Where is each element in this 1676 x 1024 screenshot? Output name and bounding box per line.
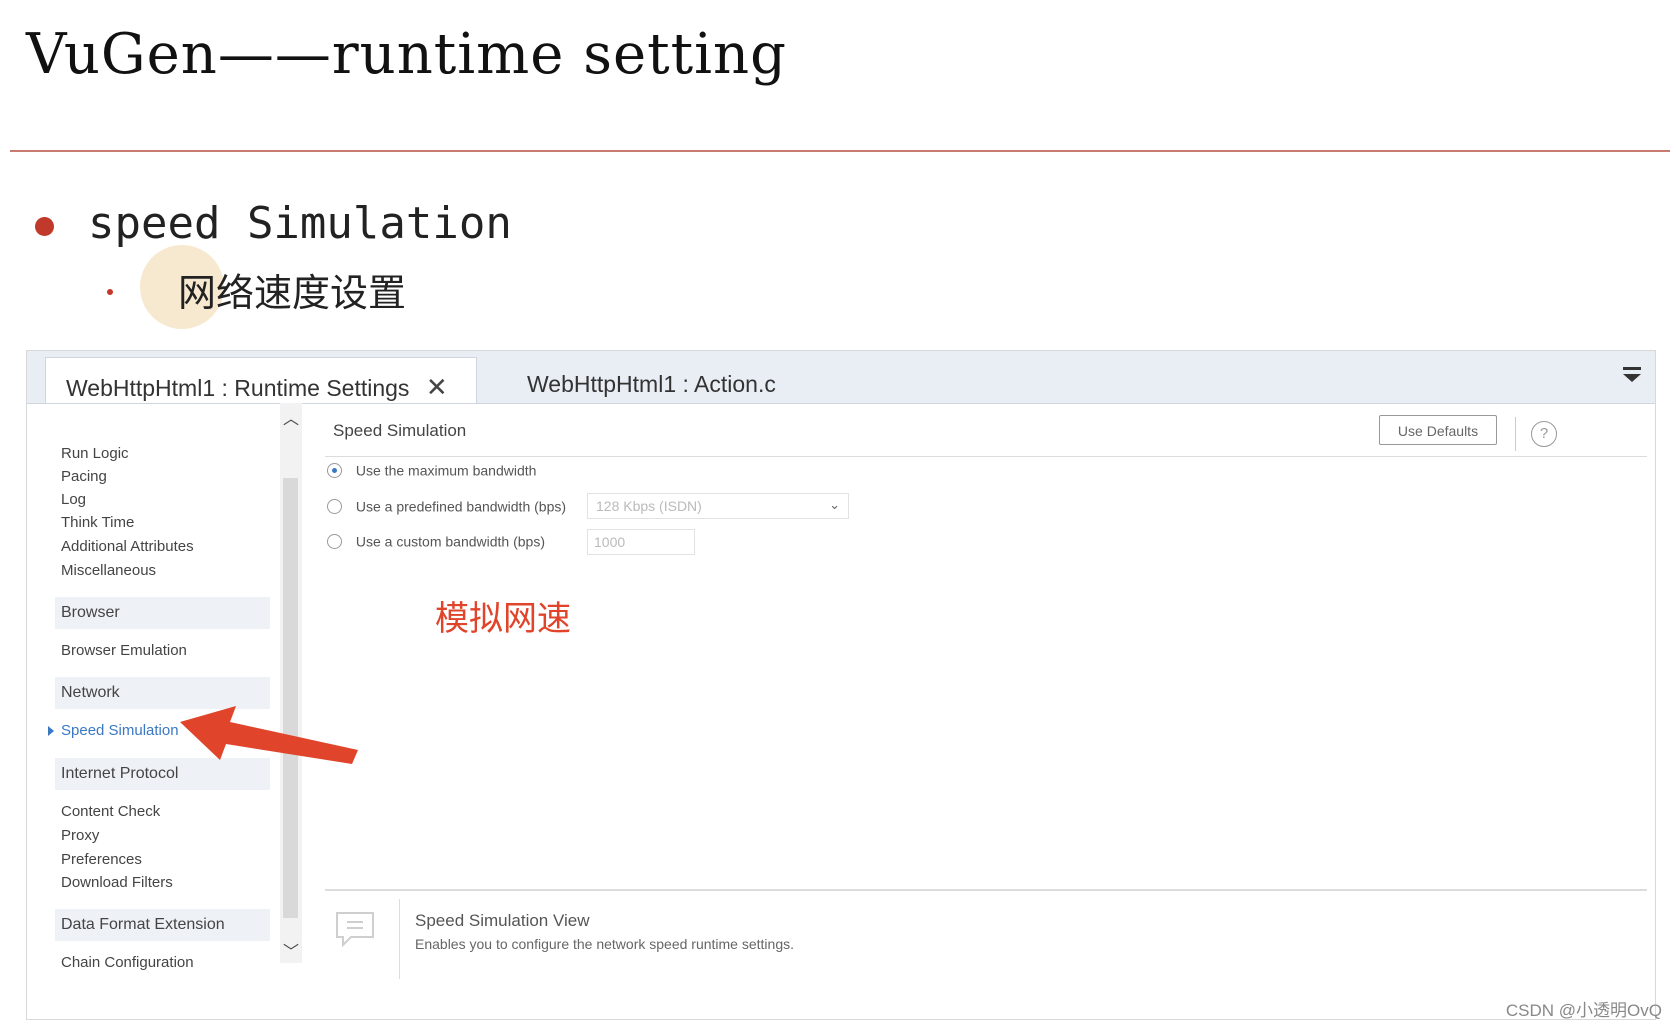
option-custom-bandwidth-label: Use a custom bandwidth (bps)	[355, 533, 545, 550]
nav-item-think-time[interactable]: Think Time	[61, 514, 134, 531]
nav-group-data-format-extension: Data Format Extension	[55, 909, 270, 941]
radio-predefined-bandwidth[interactable]	[327, 498, 342, 514]
overflow-menu-icon[interactable]	[1623, 367, 1641, 387]
predefined-bandwidth-select[interactable]: 128 Kbps (ISDN) ⌄	[587, 493, 849, 519]
toolbar-divider	[1515, 417, 1516, 451]
nav-group-browser: Browser	[55, 597, 270, 629]
tab-bar: WebHttpHtml1 : Runtime Settings ✕ WebHtt…	[27, 351, 1655, 404]
nav-item-chain-configuration[interactable]: Chain Configuration	[61, 954, 194, 971]
option-custom-bandwidth[interactable]: Use a custom bandwidth (bps)	[327, 532, 545, 549]
nav-item-browser-emulation[interactable]: Browser Emulation	[61, 642, 187, 659]
chevron-down-icon[interactable]: ﹀	[283, 938, 299, 962]
sub-bullet-text: 网络速度设置	[178, 271, 407, 315]
option-max-bandwidth[interactable]: Use the maximum bandwidth	[327, 461, 536, 478]
footer-title: Speed Simulation View	[415, 911, 590, 930]
vugen-window: WebHttpHtml1 : Runtime Settings ✕ WebHtt…	[26, 350, 1656, 1020]
watermark: CSDN @小透明OvQ	[1505, 1001, 1662, 1020]
help-icon[interactable]: ?	[1531, 421, 1557, 447]
footer-description: Enables you to configure the network spe…	[415, 936, 794, 952]
nav-item-pacing[interactable]: Pacing	[61, 468, 107, 485]
bullet-text: speed Simulation	[88, 198, 512, 249]
selected-indicator-icon	[48, 726, 54, 736]
close-icon[interactable]: ✕	[426, 372, 448, 402]
footer-divider	[325, 889, 1647, 891]
radio-custom-bandwidth[interactable]	[327, 533, 342, 549]
tab-runtime-settings[interactable]: WebHttpHtml1 : Runtime Settings ✕	[45, 357, 477, 403]
nav-item-miscellaneous[interactable]: Miscellaneous	[61, 562, 156, 579]
use-defaults-button[interactable]: Use Defaults	[1379, 415, 1497, 445]
option-predefined-bandwidth-label: Use a predefined bandwidth (bps)	[355, 498, 567, 515]
bullet-dot	[35, 217, 54, 236]
radio-max-bandwidth[interactable]	[327, 462, 342, 478]
chevron-down-icon: ⌄	[829, 497, 840, 512]
nav-item-additional-attributes[interactable]: Additional Attributes	[61, 538, 194, 555]
tab-action-c-label: WebHttpHtml1 : Action.c	[527, 371, 776, 397]
nav-item-run-logic[interactable]: Run Logic	[61, 445, 129, 462]
custom-bandwidth-input[interactable]: 1000	[587, 529, 695, 555]
slide-title: VuGen——runtime setting	[26, 22, 787, 87]
sub-bullet-dot	[107, 289, 113, 295]
option-predefined-bandwidth[interactable]: Use a predefined bandwidth (bps)	[327, 497, 566, 514]
nav-scrollbar[interactable]: ︿ ﹀	[280, 403, 302, 963]
settings-content: Speed Simulation Use Defaults ? Use the …	[325, 411, 1647, 1011]
content-title: Speed Simulation	[333, 421, 467, 440]
nav-item-speed-simulation[interactable]: Speed Simulation	[61, 722, 179, 739]
scrollbar-thumb[interactable]	[283, 478, 298, 918]
annotation-label: 模拟网速	[435, 599, 571, 639]
nav-item-proxy[interactable]: Proxy	[61, 827, 99, 844]
predefined-bandwidth-value: 128 Kbps (ISDN)	[596, 498, 702, 514]
red-arrow-icon	[180, 706, 358, 764]
title-divider	[10, 150, 1670, 152]
header-divider	[325, 456, 1647, 457]
option-max-bandwidth-label: Use the maximum bandwidth	[355, 462, 537, 479]
nav-item-content-check[interactable]: Content Check	[61, 803, 160, 820]
tab-action-c[interactable]: WebHttpHtml1 : Action.c	[507, 357, 794, 403]
nav-item-download-filters[interactable]: Download Filters	[61, 874, 173, 891]
nav-item-log[interactable]: Log	[61, 491, 86, 508]
chevron-up-icon[interactable]: ︿	[283, 405, 299, 429]
tab-runtime-settings-label: WebHttpHtml1 : Runtime Settings	[66, 375, 410, 401]
footer-separator	[399, 899, 400, 979]
chat-bubble-icon	[336, 912, 374, 948]
nav-item-preferences[interactable]: Preferences	[61, 851, 142, 868]
